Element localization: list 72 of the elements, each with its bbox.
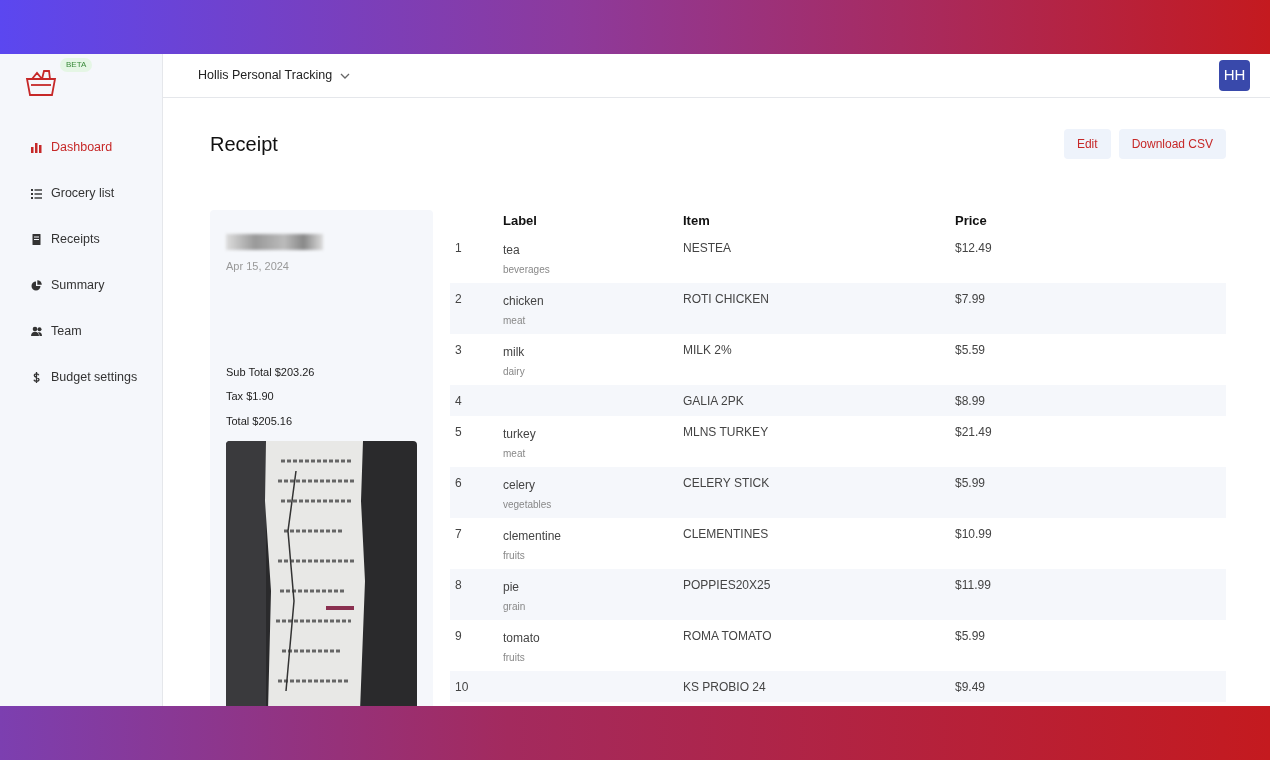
- label-text: celery: [503, 477, 536, 494]
- chevron-down-icon: [340, 72, 351, 79]
- price-text: $5.99: [955, 476, 986, 490]
- price-text: $11.99: [955, 578, 991, 592]
- column-header: Item: [683, 212, 710, 231]
- list-icon: [31, 187, 42, 199]
- row-number: 1: [455, 241, 462, 255]
- label-text: tomato: [503, 630, 541, 647]
- row-number: 3: [455, 343, 462, 357]
- document-icon: [31, 233, 42, 245]
- price-text: $9.49: [955, 680, 986, 694]
- dollar-icon: [31, 371, 42, 383]
- sidebar-item[interactable]: Summary: [0, 262, 162, 308]
- row-number: 10: [455, 680, 469, 694]
- page-title: Receipt: [210, 132, 278, 156]
- people-icon: [31, 325, 42, 337]
- row-number: 7: [455, 527, 462, 541]
- price-text: $12.49: [955, 241, 992, 255]
- price-text: $5.59: [955, 343, 986, 357]
- label-text: turkey: [503, 426, 537, 443]
- item-name: GALIA 2PK: [683, 394, 744, 408]
- price-text: $8.99: [955, 394, 986, 408]
- category-text: meat: [503, 314, 527, 328]
- item-name: POPPIES20X25: [683, 578, 771, 592]
- row-number: 2: [455, 292, 462, 306]
- user-avatar[interactable]: HH: [1219, 60, 1250, 91]
- category-text: dairy: [503, 365, 526, 379]
- price-text: $21.49: [955, 425, 992, 439]
- row-number: 8: [455, 578, 462, 592]
- workspace-dropdown[interactable]: Hollis Personal Tracking: [198, 66, 351, 85]
- edit-button[interactable]: Edit: [1063, 129, 1111, 159]
- label-text: pie: [503, 579, 520, 596]
- total-line: Tax $1.90: [226, 389, 275, 404]
- pie-chart-icon: [31, 279, 42, 291]
- price-text: $5.99: [955, 629, 986, 643]
- category-text: vegetables: [503, 498, 553, 512]
- item-name: MLNS TURKEY: [683, 425, 769, 439]
- row-number: 5: [455, 425, 462, 439]
- price-text: $10.99: [955, 527, 992, 541]
- price-text: $7.99: [955, 292, 986, 306]
- sidebar-item[interactable]: Team: [0, 308, 162, 354]
- item-name: KS PROBIO 24: [683, 680, 766, 694]
- download-csv-button[interactable]: Download CSV: [1118, 129, 1226, 159]
- sidebar-item[interactable]: Dashboard: [0, 124, 162, 170]
- item-name: NESTEA: [683, 241, 731, 255]
- item-name: ROTI CHICKEN: [683, 292, 769, 306]
- label-text: clementine: [503, 528, 563, 545]
- item-name: MILK 2%: [683, 343, 732, 357]
- total-line: Total $205.16: [226, 413, 294, 429]
- category-text: fruits: [503, 549, 526, 563]
- label-text: chicken: [503, 293, 545, 310]
- sidebar-item[interactable]: Budget settings: [0, 354, 162, 400]
- row-number: 6: [455, 476, 462, 490]
- category-text: beverages: [503, 263, 551, 277]
- item-name: CLEMENTINES: [683, 527, 769, 541]
- category-text: fruits: [503, 651, 526, 665]
- column-header: Price: [955, 212, 987, 231]
- row-number: 9: [455, 629, 462, 643]
- receipt-date: Apr 15, 2024: [226, 259, 290, 274]
- item-name: CELERY STICK: [683, 476, 770, 490]
- label-text: tea: [503, 242, 521, 259]
- sidebar-item[interactable]: Receipts: [0, 216, 162, 262]
- beta-badge: BETA: [60, 58, 93, 72]
- bar-chart-icon: [31, 141, 42, 153]
- label-text: milk: [503, 344, 526, 361]
- category-text: meat: [503, 447, 527, 461]
- sidebar-item[interactable]: Grocery list: [0, 170, 162, 216]
- row-number: 4: [455, 394, 462, 408]
- column-header: Label: [503, 212, 537, 231]
- category-text: grain: [503, 600, 527, 614]
- item-name: ROMA TOMATO: [683, 629, 772, 643]
- total-line: Sub Total $203.26: [226, 364, 316, 380]
